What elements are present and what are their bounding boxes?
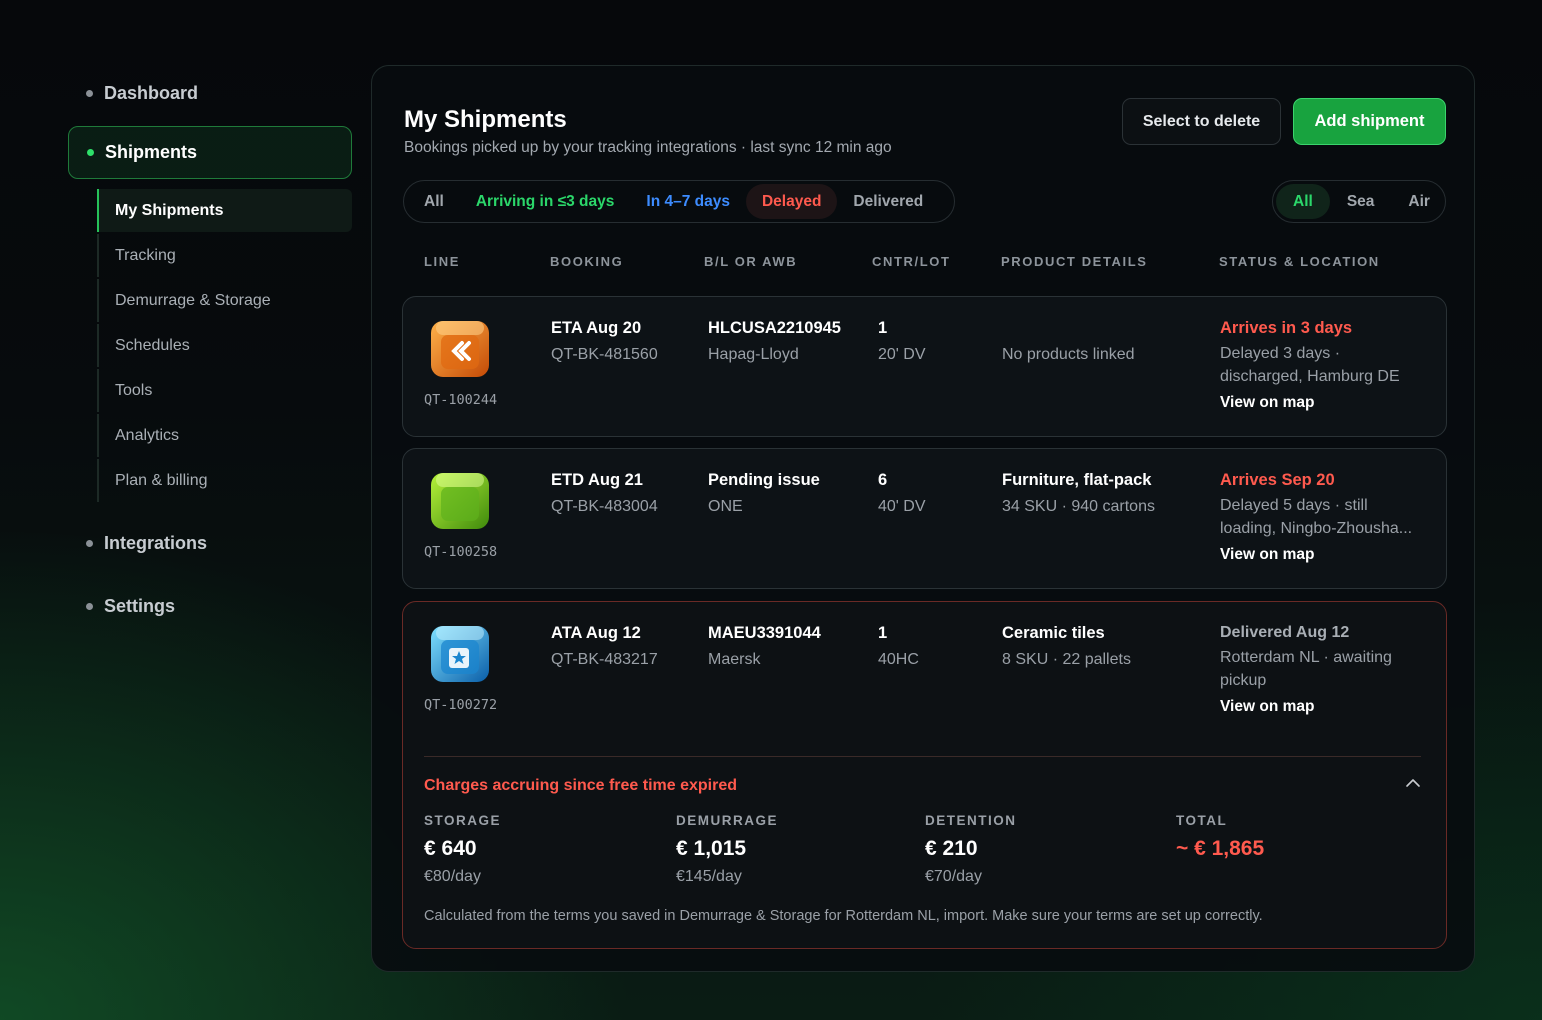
sidebar-item-settings[interactable]: Settings: [68, 583, 352, 629]
filter-delivered[interactable]: Delivered: [837, 184, 939, 219]
column-header-line: LINE: [424, 254, 461, 269]
view-on-map-link[interactable]: View on map: [1220, 546, 1425, 564]
demurrage-rate: €145/day: [676, 868, 742, 885]
section-divider: [424, 756, 1421, 757]
container-count: 1: [878, 624, 888, 642]
charges-title: Charges accruing since free time expired: [424, 777, 738, 794]
mode-air[interactable]: Air: [1391, 184, 1447, 219]
shipments-panel: My Shipments Bookings picked up by your …: [371, 65, 1475, 972]
shipment-row[interactable]: QT-100244 ETA Aug 20 QT-BK-481560 HLCUSA…: [402, 296, 1447, 437]
sidebar: Dashboard Shipments My Shipments Trackin…: [68, 70, 352, 646]
shipment-row[interactable]: QT-100258 ETD Aug 21 QT-BK-483004 Pendin…: [402, 448, 1447, 589]
filter-arriving-soon[interactable]: Arriving in ≤3 days: [460, 184, 631, 219]
subnav-item-schedules[interactable]: Schedules: [97, 324, 352, 367]
booking-id: QT-BK-483217: [551, 651, 658, 668]
subnav-item-tracking[interactable]: Tracking: [97, 234, 352, 277]
green-cube-icon: [431, 473, 489, 529]
carrier-name: Maersk: [708, 651, 761, 668]
sidebar-item-dashboard[interactable]: Dashboard: [68, 70, 352, 116]
shipment-ref: QT-100272: [424, 697, 498, 713]
booking-date: ETA Aug 20: [551, 319, 642, 337]
filter-all[interactable]: All: [408, 184, 460, 219]
product-title: Furniture, flat-pack: [1002, 471, 1152, 489]
sidebar-item-shipments[interactable]: Shipments: [68, 126, 352, 179]
subnav-item-demurrage-storage[interactable]: Demurrage & Storage: [97, 279, 352, 322]
view-on-map-link[interactable]: View on map: [1220, 698, 1410, 716]
sidebar-item-label: Shipments: [105, 142, 198, 162]
product-title: Ceramic tiles: [1002, 624, 1105, 642]
storage-rate: €80/day: [424, 868, 481, 885]
orange-cube-icon: [431, 321, 489, 377]
booking-id: QT-BK-483004: [551, 498, 658, 515]
bl-number: Pending issue: [708, 471, 820, 489]
status-detail: Rotterdam NL · awaiting pickup: [1220, 649, 1392, 689]
product-details: No products linked: [1002, 346, 1135, 363]
sidebar-item-label: Settings: [104, 595, 176, 616]
charges-note: Calculated from the terms you saved in D…: [424, 908, 1263, 924]
select-to-delete-button[interactable]: Select to delete: [1122, 98, 1281, 145]
detention-value: € 210: [925, 837, 978, 860]
detention-label: DETENTION: [925, 813, 1017, 828]
filter-4-7-days[interactable]: In 4–7 days: [630, 184, 746, 219]
bullet-icon: [86, 89, 93, 97]
status-detail: Delayed 3 days · discharged, Hamburg DE: [1220, 345, 1400, 385]
page-subtitle: Bookings picked up by your tracking inte…: [404, 139, 892, 156]
product-title: [1002, 319, 1135, 338]
bullet-icon: [86, 539, 93, 547]
booking-date: ETD Aug 21: [551, 471, 643, 489]
detention-rate: €70/day: [925, 868, 982, 885]
product-details: 8 SKU · 22 pallets: [1002, 651, 1131, 668]
mode-filter-bar: All Sea Air: [1272, 180, 1446, 223]
view-on-map-link[interactable]: View on map: [1220, 394, 1425, 412]
subnav-item-plan-billing[interactable]: Plan & billing: [97, 459, 352, 502]
column-header-cntr: CNTR/LOT: [872, 254, 951, 269]
column-header-bl: B/L OR AWB: [704, 254, 798, 269]
bl-number: HLCUSA2210945: [708, 319, 841, 337]
mode-sea[interactable]: Sea: [1330, 184, 1392, 219]
demurrage-label: DEMURRAGE: [676, 813, 779, 828]
bullet-icon: [87, 149, 94, 156]
container-type: 20' DV: [878, 346, 926, 363]
booking-date: ATA Aug 12: [551, 624, 641, 642]
status-filter-bar: All Arriving in ≤3 days In 4–7 days Dela…: [403, 180, 955, 223]
status-label: Arrives in 3 days: [1220, 319, 1353, 337]
column-header-product: PRODUCT DETAILS: [1001, 254, 1148, 269]
page-title: My Shipments: [404, 106, 567, 133]
add-shipment-button[interactable]: Add shipment: [1293, 98, 1446, 145]
shipments-subnav: My Shipments Tracking Demurrage & Storag…: [97, 189, 352, 502]
subnav-item-tools[interactable]: Tools: [97, 369, 352, 412]
storage-label: STORAGE: [424, 813, 502, 828]
sidebar-item-integrations[interactable]: Integrations: [68, 520, 352, 566]
carrier-name: Hapag-Lloyd: [708, 346, 799, 363]
bullet-icon: [86, 602, 93, 610]
shipment-ref: QT-100258: [424, 544, 498, 560]
column-header-booking: BOOKING: [550, 254, 624, 269]
status-detail: Delayed 5 days · still loading, Ningbo-Z…: [1220, 497, 1413, 537]
carrier-name: ONE: [708, 498, 743, 515]
sidebar-item-label: Dashboard: [104, 82, 199, 103]
sidebar-item-label: Integrations: [104, 532, 208, 553]
subnav-item-analytics[interactable]: Analytics: [97, 414, 352, 457]
total-label: TOTAL: [1176, 813, 1228, 828]
product-details: 34 SKU · 940 cartons: [1002, 498, 1155, 515]
shipment-ref: QT-100244: [424, 392, 498, 408]
container-type: 40HC: [878, 651, 919, 668]
mode-all[interactable]: All: [1276, 184, 1330, 219]
booking-id: QT-BK-481560: [551, 346, 658, 363]
column-header-status: STATUS & LOCATION: [1219, 254, 1380, 269]
total-value: ~ € 1,865: [1176, 837, 1265, 860]
container-type: 40' DV: [878, 498, 926, 515]
shipment-row-expanded[interactable]: QT-100272 ATA Aug 12 QT-BK-483217 MAEU33…: [402, 601, 1447, 949]
blue-cube-icon: [431, 626, 489, 682]
container-count: 6: [878, 471, 888, 489]
status-label: Delivered Aug 12: [1220, 624, 1350, 641]
status-label: Arrives Sep 20: [1220, 471, 1335, 489]
subnav-item-my-shipments[interactable]: My Shipments: [97, 189, 352, 232]
storage-value: € 640: [424, 837, 477, 860]
filter-delayed[interactable]: Delayed: [745, 184, 838, 219]
demurrage-value: € 1,015: [676, 837, 747, 860]
container-count: 1: [878, 319, 888, 337]
bl-number: MAEU3391044: [708, 624, 821, 642]
chevron-up-icon[interactable]: [1404, 774, 1422, 792]
